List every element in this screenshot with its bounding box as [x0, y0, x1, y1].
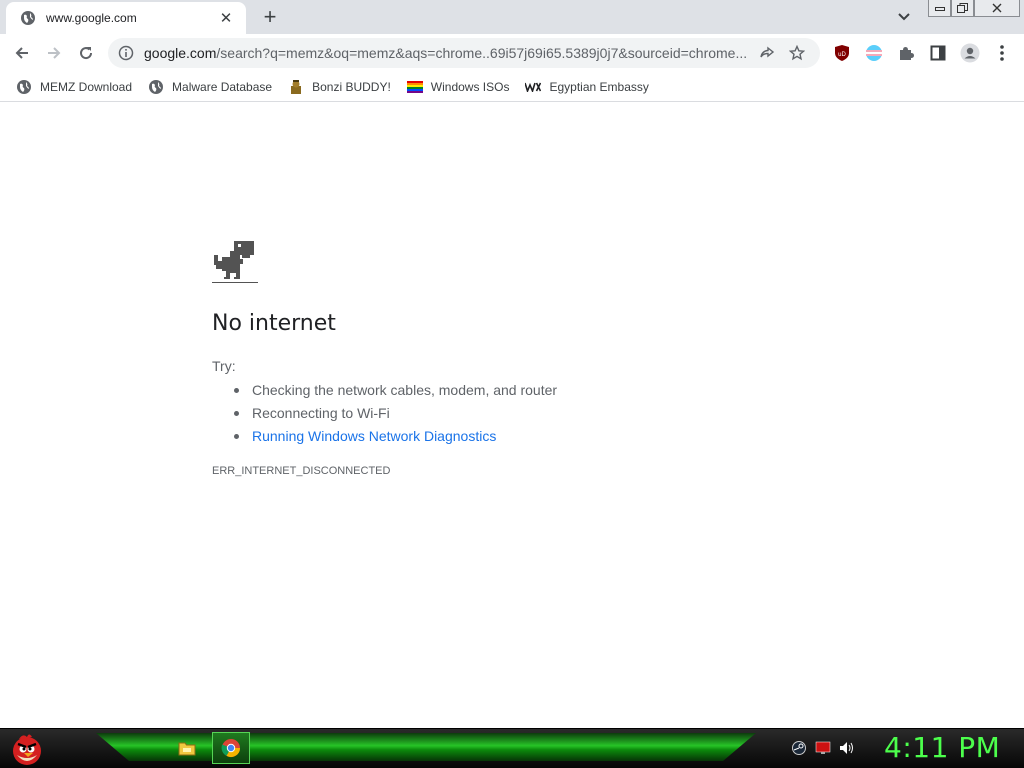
bookmarks-bar: MEMZ Download Malware Database Bonzi BUD…	[0, 72, 1024, 102]
bookmark-egyptian-embassy[interactable]: Egyptian Embassy	[517, 75, 656, 99]
back-icon[interactable]	[8, 39, 36, 67]
window-controls	[928, 0, 1020, 18]
bookmark-malware-database[interactable]: Malware Database	[140, 75, 280, 99]
system-tray	[790, 739, 856, 757]
error-title: No internet	[212, 311, 336, 336]
browser-toolbar: google.com/search?q=memz&oq=memz&aqs=chr…	[0, 34, 1024, 72]
tab-close-icon[interactable]: ✕	[216, 8, 236, 28]
start-button-angry-bird-icon[interactable]	[6, 729, 48, 768]
steam-icon[interactable]	[790, 739, 808, 757]
close-window-button[interactable]	[974, 0, 1020, 17]
chrome-taskbar-icon[interactable]	[212, 732, 250, 764]
volume-icon[interactable]	[838, 739, 856, 757]
globe-icon	[16, 79, 32, 95]
new-tab-button[interactable]: +	[256, 4, 284, 29]
bookmark-label: Windows ISOs	[430, 79, 510, 94]
pride-extension-icon[interactable]	[861, 40, 887, 66]
try-label: Try:	[212, 358, 236, 374]
dinosaur-icon	[212, 241, 258, 285]
error-page: No internet Try: Checking the network ca…	[0, 103, 1024, 728]
forward-icon[interactable]	[40, 39, 68, 67]
bookmark-bonzi-buddy[interactable]: Bonzi BUDDY!	[280, 75, 399, 99]
url-text[interactable]: google.com/search?q=memz&oq=memz&aqs=chr…	[144, 45, 750, 61]
globe-icon	[148, 79, 164, 95]
address-bar[interactable]: google.com/search?q=memz&oq=memz&aqs=chr…	[108, 38, 820, 68]
menu-kebab-icon[interactable]	[989, 40, 1015, 66]
profile-avatar-icon[interactable]	[957, 40, 983, 66]
bookmark-label: MEMZ Download	[40, 79, 133, 94]
wix-icon	[525, 79, 542, 95]
screen: www.google.com ✕ + google.com/search?q=m…	[0, 0, 1024, 768]
reload-icon[interactable]	[72, 39, 100, 67]
ublock-icon[interactable]: uD	[829, 40, 855, 66]
bookmark-label: Egyptian Embassy	[549, 79, 649, 94]
network-alert-icon[interactable]	[814, 739, 832, 757]
bookmark-label: Bonzi BUDDY!	[312, 79, 391, 94]
site-info-icon[interactable]	[118, 45, 134, 61]
bonzi-icon	[288, 79, 304, 95]
side-panel-icon[interactable]	[925, 40, 951, 66]
share-icon[interactable]	[754, 40, 780, 66]
taskbar: 4:11 PM	[0, 728, 1024, 768]
suggestion-list: Checking the network cables, modem, and …	[232, 381, 557, 450]
tab-strip: www.google.com ✕ +	[0, 0, 1024, 34]
file-explorer-icon[interactable]	[168, 732, 206, 764]
suggestion-item: Reconnecting to Wi-Fi	[232, 404, 557, 427]
minimize-button[interactable]	[928, 0, 951, 17]
tab-title: www.google.com	[46, 11, 137, 25]
bookmark-star-icon[interactable]	[784, 40, 810, 66]
network-diagnostics-link[interactable]: Running Windows Network Diagnostics	[232, 427, 557, 450]
rainbow-flag-icon	[406, 79, 423, 95]
browser-tab[interactable]: www.google.com ✕	[6, 2, 246, 34]
extensions-puzzle-icon[interactable]	[893, 40, 919, 66]
bookmark-memz-download[interactable]: MEMZ Download	[8, 75, 140, 99]
restore-button[interactable]	[951, 0, 974, 17]
globe-icon	[20, 10, 36, 26]
suggestion-item: Checking the network cables, modem, and …	[232, 381, 557, 404]
url-path: /search?q=memz&oq=memz&aqs=chrome..69i57…	[216, 45, 748, 61]
bookmark-label: Malware Database	[172, 79, 273, 94]
svg-text:uD: uD	[838, 52, 846, 58]
taskbar-clock[interactable]: 4:11 PM	[884, 731, 1000, 764]
bookmark-windows-isos[interactable]: Windows ISOs	[399, 75, 518, 99]
tab-search-chevron-icon[interactable]	[894, 8, 914, 26]
error-code: ERR_INTERNET_DISCONNECTED	[212, 465, 391, 477]
url-host: google.com	[144, 45, 217, 61]
